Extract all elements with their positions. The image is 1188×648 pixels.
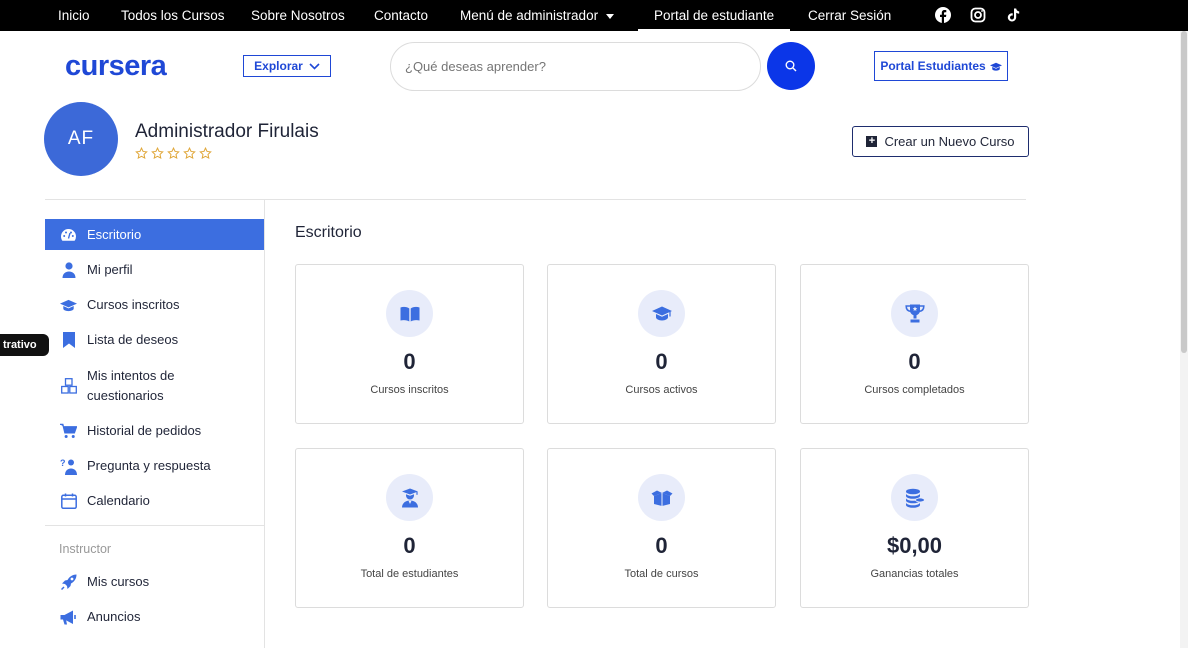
explore-button-label: Explorar — [254, 59, 303, 73]
sidebar-item-label: Pregunta y respuesta — [87, 458, 211, 474]
quiz-icon — [60, 377, 77, 394]
graduation-cap-icon — [60, 297, 77, 314]
dashboard-icon — [60, 226, 77, 243]
sidebar-divider — [45, 525, 264, 526]
sidebar-item-pregunta-respuesta[interactable]: ? Pregunta y respuesta — [45, 456, 264, 476]
floating-side-tab[interactable]: trativo — [0, 334, 49, 356]
stat-card-cursos-activos: 0 Cursos activos — [547, 264, 776, 424]
svg-text:?: ? — [60, 458, 66, 468]
sidebar-item-intentos-cuestionarios[interactable]: Mis intentos de cuestionarios — [45, 366, 264, 405]
stat-card-cursos-inscritos: 0 Cursos inscritos — [295, 264, 524, 424]
page-title: Escritorio — [295, 224, 362, 241]
explore-button[interactable]: Explorar — [243, 55, 331, 77]
vertical-scrollbar[interactable] — [1180, 31, 1188, 648]
search-input[interactable] — [390, 42, 761, 91]
trophy-icon — [891, 290, 938, 337]
stat-value: 0 — [908, 349, 921, 374]
nav-portal-estudiante[interactable]: Portal de estudiante — [638, 0, 791, 31]
megaphone-icon — [60, 609, 77, 626]
stat-value: 0 — [655, 533, 668, 558]
sidebar-item-label: Anuncios — [87, 609, 141, 625]
sidebar-section-instructor: Instructor — [59, 542, 112, 556]
sidebar-item-label: Mis intentos de cuestionarios — [87, 368, 175, 403]
nav-menu-administrador-label: Menú de administrador — [460, 8, 599, 23]
stat-card-total-cursos: 0 Total de cursos — [547, 448, 776, 608]
sidebar-item-label: Historial de pedidos — [87, 423, 202, 439]
user-name: Administrador Firulais — [135, 121, 319, 142]
rocket-icon — [60, 574, 77, 591]
stat-value: 0 — [655, 349, 668, 374]
star-outline-icon — [199, 147, 212, 160]
nav-cerrar-sesion[interactable]: Cerrar Sesión — [808, 0, 891, 31]
nav-inicio[interactable]: Inicio — [58, 0, 90, 31]
sidebar-item-lista-de-deseos[interactable]: Lista de deseos — [45, 330, 264, 350]
nav-menu-administrador[interactable]: Menú de administrador — [460, 0, 615, 31]
top-navbar: Inicio Todos los Cursos Sobre Nosotros C… — [0, 0, 1188, 31]
stat-label: Cursos activos — [625, 384, 698, 396]
stat-value: 0 — [403, 349, 416, 374]
star-outline-icon — [183, 147, 196, 160]
star-outline-icon — [151, 147, 164, 160]
chevron-down-icon — [606, 13, 615, 19]
tiktok-icon[interactable] — [1005, 7, 1021, 23]
scrollbar-thumb[interactable] — [1181, 31, 1187, 353]
stat-label: Total de cursos — [624, 568, 699, 580]
site-logo[interactable]: cursera — [65, 50, 167, 83]
question-person-icon: ? — [60, 458, 77, 475]
stat-label: Cursos inscritos — [370, 384, 449, 396]
sidebar-item-label: Mi perfil — [87, 262, 133, 278]
graduation-cap-icon — [989, 62, 1002, 71]
sidebar-item-cursos-inscritos[interactable]: Cursos inscritos — [45, 295, 264, 315]
facebook-icon[interactable] — [935, 7, 951, 23]
sidebar-item-escritorio[interactable]: Escritorio — [45, 219, 264, 250]
stat-card-total-estudiantes: 0 Total de estudiantes — [295, 448, 524, 608]
sidebar-item-anuncios[interactable]: Anuncios — [45, 607, 264, 627]
search-icon — [785, 60, 797, 72]
stat-label: Total de estudiantes — [360, 568, 459, 580]
stat-label: Ganancias totales — [870, 568, 959, 580]
sidebar-item-calendario[interactable]: Calendario — [45, 491, 264, 511]
bookmark-icon — [60, 332, 77, 349]
stat-card-cursos-completados: 0 Cursos completados — [800, 264, 1029, 424]
nav-contacto[interactable]: Contacto — [374, 0, 428, 31]
book-open-icon — [386, 290, 433, 337]
user-icon — [60, 262, 77, 279]
rating-stars — [135, 147, 212, 160]
sidebar-item-label: Cursos inscritos — [87, 297, 180, 313]
calendar-icon — [60, 493, 77, 510]
sidebar-item-mis-cursos[interactable]: Mis cursos — [45, 572, 264, 592]
stat-card-ganancias-totales: $0,00 Ganancias totales — [800, 448, 1029, 608]
search-button[interactable] — [767, 42, 815, 90]
nav-todos-los-cursos[interactable]: Todos los Cursos — [121, 0, 225, 31]
box-open-icon — [638, 474, 685, 521]
coins-icon — [891, 474, 938, 521]
stat-label: Cursos completados — [864, 384, 965, 396]
student-portal-button[interactable]: Portal Estudiantes — [874, 51, 1008, 81]
create-course-button[interactable]: + Crear un Nuevo Curso — [852, 126, 1029, 157]
chevron-down-icon — [309, 62, 320, 70]
student-icon — [386, 474, 433, 521]
instagram-icon[interactable] — [970, 7, 986, 23]
nav-sobre-nosotros[interactable]: Sobre Nosotros — [251, 0, 345, 31]
sidebar-item-historial-pedidos[interactable]: Historial de pedidos — [45, 421, 264, 441]
student-portal-label: Portal Estudiantes — [880, 59, 986, 73]
sidebar-item-label: Mis cursos — [87, 574, 150, 590]
dashboard-sidebar: Escritorio Mi perfil Cursos inscritos Li… — [45, 200, 265, 648]
graduation-cap-icon — [638, 290, 685, 337]
sidebar-item-label: Lista de deseos — [87, 332, 179, 348]
cart-icon — [60, 423, 77, 440]
stat-value: 0 — [403, 533, 416, 558]
sidebar-item-label: Escritorio — [87, 226, 142, 242]
star-outline-icon — [135, 147, 148, 160]
sidebar-item-label: Calendario — [87, 493, 150, 509]
create-course-label: Crear un Nuevo Curso — [884, 134, 1015, 149]
sidebar-item-mi-perfil[interactable]: Mi perfil — [45, 260, 264, 280]
avatar: AF — [44, 102, 118, 176]
star-outline-icon — [167, 147, 180, 160]
plus-icon: + — [866, 136, 878, 147]
stat-value: $0,00 — [886, 533, 943, 558]
